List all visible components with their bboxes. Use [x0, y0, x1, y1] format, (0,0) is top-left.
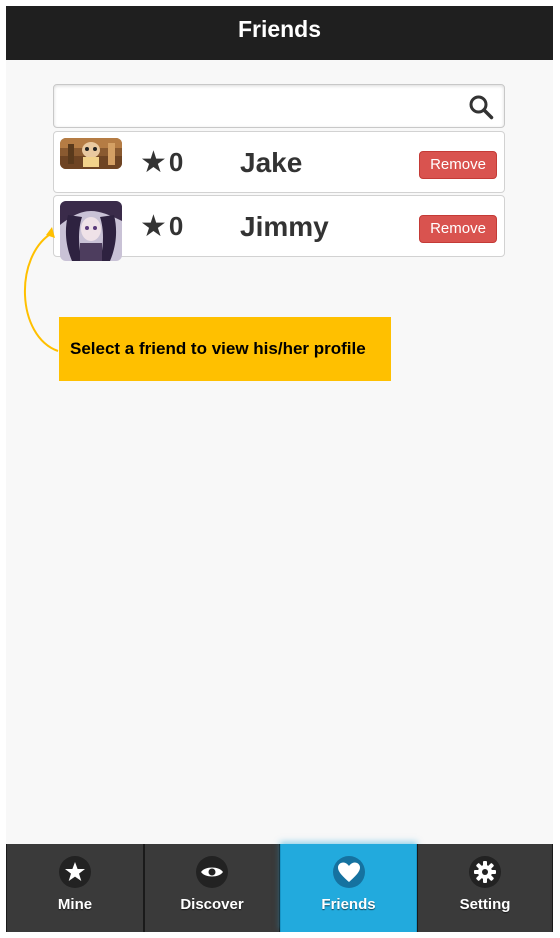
- tab-discover[interactable]: Discover: [144, 844, 280, 932]
- friend-row-jake[interactable]: ★ 0 Jake Remove: [53, 131, 505, 193]
- gear-icon: [469, 856, 501, 888]
- header-bar: Friends: [6, 6, 553, 60]
- tab-setting[interactable]: Setting: [417, 844, 553, 932]
- tab-label: Discover: [180, 896, 244, 913]
- tab-mine[interactable]: Mine: [6, 844, 144, 932]
- star-count-value: 0: [168, 211, 184, 241]
- remove-button[interactable]: Remove: [419, 215, 497, 243]
- star-icon: ★: [140, 209, 167, 243]
- hint-callout: Select a friend to view his/her profile: [59, 317, 391, 381]
- eye-icon: [196, 856, 228, 888]
- page-title: Friends: [237, 16, 322, 42]
- remove-button[interactable]: Remove: [419, 151, 497, 179]
- star-count: ★ 0: [140, 147, 183, 178]
- search-box[interactable]: [53, 84, 505, 128]
- star-icon: ★: [140, 145, 167, 179]
- tab-label: Setting: [459, 896, 511, 913]
- tab-label: Mine: [57, 896, 93, 913]
- friend-name[interactable]: Jimmy: [240, 211, 329, 243]
- heart-icon: [332, 856, 365, 888]
- hint-text: Select a friend to view his/her profile: [70, 339, 366, 358]
- tab-label: Friends: [321, 896, 376, 913]
- star-icon: [59, 856, 91, 888]
- star-count-value: 0: [168, 147, 184, 177]
- app-screen: Friends ★ 0 Jake Remove ★ 0 Jimmy Remove…: [6, 6, 553, 932]
- tab-bar: Mine Discover Friends Setting: [6, 844, 553, 932]
- avatar-jake[interactable]: [60, 138, 122, 169]
- star-count: ★ 0: [140, 211, 183, 242]
- friend-name[interactable]: Jake: [240, 147, 302, 179]
- search-icon[interactable]: [468, 94, 494, 120]
- avatar-jimmy[interactable]: [60, 201, 122, 261]
- friend-row-jimmy[interactable]: ★ 0 Jimmy Remove: [53, 195, 505, 261]
- tab-friends[interactable]: Friends: [280, 844, 417, 932]
- search-input[interactable]: [62, 91, 456, 123]
